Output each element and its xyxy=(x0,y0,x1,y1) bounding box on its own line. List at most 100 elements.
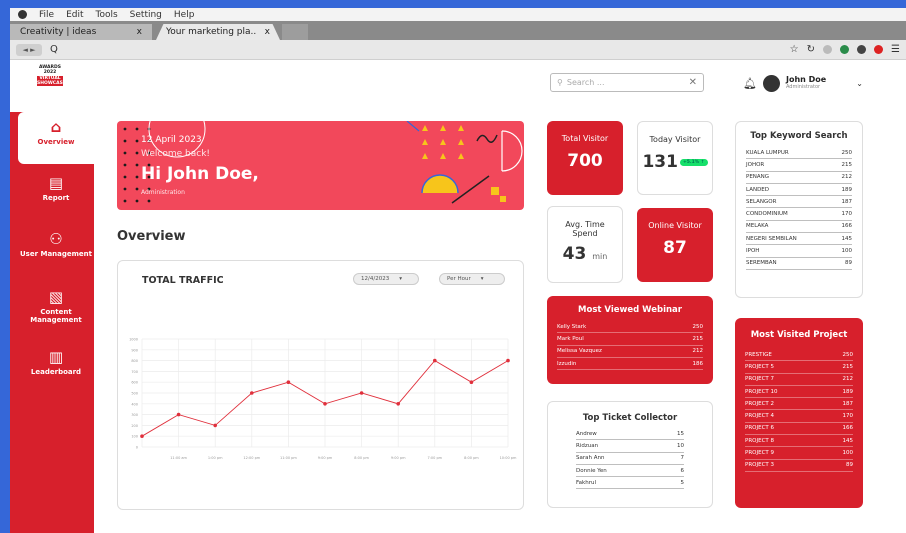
period-select-value: Per Hour xyxy=(447,276,471,282)
sidebar-item-user-management[interactable]: ⚇ User Management xyxy=(18,224,94,276)
list-item[interactable]: LANDED 189 xyxy=(746,184,852,197)
back-forward-buttons[interactable]: ◄ ► xyxy=(16,43,42,56)
list-item[interactable]: Sarah Ann 7 xyxy=(576,453,684,465)
list-item-label: IPOH xyxy=(746,248,760,255)
list-item[interactable]: PROJECT 9 100 xyxy=(745,447,853,460)
new-tab-button[interactable] xyxy=(282,24,308,40)
list-item-value: 5 xyxy=(680,479,685,486)
date-select[interactable]: 12/4/2023 ▾ xyxy=(353,273,419,285)
tab-close-icon[interactable]: x xyxy=(137,27,142,37)
section-title: Overview xyxy=(117,229,186,244)
card-value: 131 xyxy=(642,152,678,172)
list-item-label: Izzudin xyxy=(557,360,577,367)
list-item-label: PROJECT 8 xyxy=(745,437,775,444)
list-item[interactable]: SELANGOR 187 xyxy=(746,196,853,209)
list-item[interactable]: IPOH 100 xyxy=(746,245,852,258)
os-menubar: File Edit Tools Setting Help xyxy=(10,8,906,21)
x-tick-label: 11:00 pm xyxy=(280,456,297,460)
reload-icon[interactable]: ↻ xyxy=(807,44,815,55)
sidebar: ⌂ Overview ▤ Report ⚇ User Management ▧ … xyxy=(10,112,94,533)
sidebar-item-leaderboard[interactable]: ▥ Leaderboard xyxy=(18,342,94,394)
list-item[interactable]: Andrew 15 xyxy=(576,428,684,441)
banner-greeting: Hi John Doe, xyxy=(141,164,259,184)
keyword-list: KUALA LUMPUR 250 JOHOR 215 PENANG 212 LANDED 18… xyxy=(746,147,852,270)
logo-area: AWARDS 2022 VIRTUAL SHOWCASE xyxy=(10,60,94,112)
traffic-line-chart: 0 100 200 300 400 500 600 700 800 900 1000 11:00 am… xyxy=(129,338,517,461)
user-menu[interactable]: 🔔︎ John Doe Administrator ⌄ xyxy=(743,70,863,96)
list-item-value: 215 xyxy=(841,161,853,168)
list-item[interactable]: Melissa Vazquez 212 xyxy=(557,346,703,358)
webinar-list: Kelly Stark 250 Mark Poul 215 Melissa Vazque… xyxy=(557,321,704,371)
menu-file[interactable]: File xyxy=(39,10,54,20)
sidebar-item-content-management[interactable]: ▧ Content Management xyxy=(18,282,94,334)
extension-icon[interactable] xyxy=(874,45,884,54)
list-item[interactable]: CONDOMINIUM 170 xyxy=(746,208,853,221)
x-tick-label: 8:00 pm xyxy=(464,456,479,460)
list-item[interactable]: JOHOR 215 xyxy=(746,159,853,172)
menu-help[interactable]: Help xyxy=(174,10,195,20)
browser-tab-active[interactable]: Your marketing pla.. x xyxy=(156,24,280,40)
list-item[interactable]: PROJECT 7 212 xyxy=(745,374,853,386)
menu-setting[interactable]: Setting xyxy=(130,10,162,20)
list-item-value: 170 xyxy=(841,211,853,218)
data-point xyxy=(250,391,254,395)
list-item-value: 145 xyxy=(841,235,853,242)
logo-text: VIRTUAL SHOWCASE xyxy=(37,76,66,86)
extension-icon[interactable] xyxy=(857,45,867,54)
list-item[interactable]: Kelly Stark 250 xyxy=(557,321,703,334)
card-value-row: 43 min xyxy=(548,244,622,264)
list-item-value: 6 xyxy=(680,467,685,474)
browser-tab[interactable]: Creativity | ideas x xyxy=(10,24,152,40)
list-item[interactable]: PROJECT 10 189 xyxy=(745,386,853,399)
x-tick-label: 7:00 pm xyxy=(427,456,442,460)
sidebar-item-report[interactable]: ▤ Report xyxy=(18,168,94,220)
list-item-label: NEGERI SEMBILAN xyxy=(746,235,797,242)
list-item-value: 187 xyxy=(841,198,853,205)
list-item-label: MELAKA xyxy=(746,223,769,230)
y-tick-label: 1000 xyxy=(129,338,138,342)
list-item[interactable]: Donnie Yen 6 xyxy=(576,465,685,478)
data-point xyxy=(286,380,291,384)
star-icon[interactable]: ☆ xyxy=(790,44,799,55)
list-item[interactable]: PROJECT 2 187 xyxy=(745,398,853,411)
list-item-value: 186 xyxy=(692,360,704,367)
list-item-label: Ridzuan xyxy=(576,442,599,449)
list-item[interactable]: MELAKA 166 xyxy=(746,221,852,234)
period-select[interactable]: Per Hour ▾ xyxy=(439,273,505,285)
menu-edit[interactable]: Edit xyxy=(66,10,83,20)
menu-tools[interactable]: Tools xyxy=(96,10,118,20)
clear-icon[interactable]: ✕ xyxy=(689,77,697,88)
extension-icon[interactable] xyxy=(823,45,833,54)
search-placeholder: Search ... xyxy=(566,78,605,87)
url-search-icon[interactable]: Q xyxy=(50,44,58,55)
data-point xyxy=(396,402,401,406)
list-item[interactable]: SEREMBAN 89 xyxy=(746,258,852,270)
list-item[interactable]: PROJECT 6 166 xyxy=(745,423,853,436)
tab-close-icon[interactable]: x xyxy=(265,27,270,37)
traffic-card: TOTAL TRAFFIC 12/4/2023 ▾ Per Hour ▾ 0 10… xyxy=(117,260,524,510)
chevron-down-icon[interactable]: ⌄ xyxy=(856,79,863,88)
list-item[interactable]: NEGERI SEMBILAN 145 xyxy=(746,233,853,246)
list-item-value: 89 xyxy=(845,260,852,267)
list-item[interactable]: Mark Poul 215 xyxy=(557,333,703,346)
list-item[interactable]: PROJECT 8 145 xyxy=(745,435,853,448)
card-value: 700 xyxy=(567,151,603,171)
extension-icon[interactable] xyxy=(840,45,850,54)
list-item[interactable]: Izzudin 186 xyxy=(557,358,704,371)
list-item[interactable]: PROJECT 5 215 xyxy=(745,361,853,374)
sidebar-item-overview[interactable]: ⌂ Overview xyxy=(18,112,94,164)
menu-icon[interactable]: ☰ xyxy=(891,44,900,55)
list-item[interactable]: PROJECT 3 89 xyxy=(745,460,853,472)
today-visitor-card: Today Visitor 131 +5.1% ↑ xyxy=(637,121,713,195)
list-item[interactable]: PROJECT 4 170 xyxy=(745,410,853,423)
apple-icon[interactable] xyxy=(18,10,27,19)
list-item[interactable]: Fakhrul 5 xyxy=(576,477,685,490)
search-input[interactable]: ⚲ Search ... ✕ xyxy=(550,73,704,92)
dashboard-app: AWARDS 2022 VIRTUAL SHOWCASE ⌂ Overview … xyxy=(10,60,906,533)
list-item[interactable]: KUALA LUMPUR 250 xyxy=(746,147,852,160)
list-item-label: PROJECT 6 xyxy=(745,425,775,432)
bell-icon[interactable]: 🔔︎ xyxy=(743,77,757,90)
list-item[interactable]: PENANG 212 xyxy=(746,172,852,184)
list-item[interactable]: Ridzuan 10 xyxy=(576,440,684,453)
list-item[interactable]: PRESTIGE 250 xyxy=(745,349,853,362)
